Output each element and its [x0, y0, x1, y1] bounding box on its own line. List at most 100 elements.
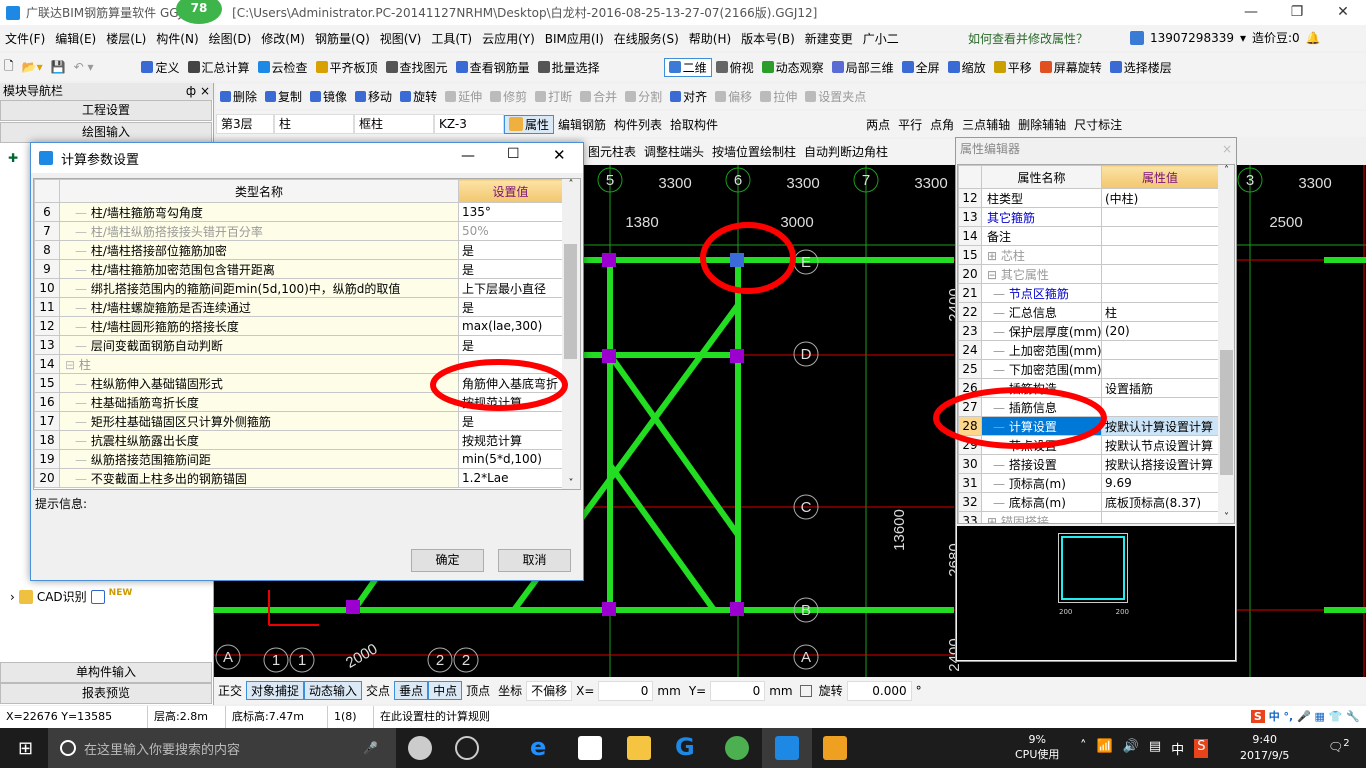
toolbar-button[interactable]: 查找图元 — [382, 59, 452, 76]
param-value[interactable]: 1.2*Lae — [458, 468, 563, 488]
param-value[interactable]: 50% — [458, 221, 563, 241]
property-value[interactable] — [1101, 340, 1219, 360]
menu-item[interactable]: 版本号(B) — [736, 30, 800, 47]
table-row[interactable]: 7— 柱/墙柱纵筋搭接接头错开百分率 50% — [34, 221, 563, 241]
menu-item[interactable]: 绘图(D) — [204, 30, 257, 47]
edit-button[interactable]: 延伸 — [441, 88, 486, 105]
property-close-icon[interactable]: × — [1222, 138, 1232, 160]
store-icon[interactable] — [578, 736, 602, 760]
notification-center-icon[interactable]: 🗨2 — [1328, 738, 1350, 754]
pin-icon[interactable]: ф — [186, 84, 196, 98]
table-row[interactable]: 9— 柱/墙柱箍筋加密范围包含错开距离是 — [34, 259, 563, 279]
table-row[interactable]: 14 ⊟ 柱 — [34, 354, 563, 374]
ime-indicator[interactable]: 中 — [1171, 739, 1184, 758]
ok-button[interactable]: 确定 — [411, 549, 484, 572]
menu-item[interactable]: 广小二 — [858, 30, 904, 47]
snap-button[interactable]: 垂点 — [394, 681, 429, 700]
table-row[interactable]: 20 ⊟ 其它属性 — [958, 264, 1219, 284]
table-row[interactable]: 14 备注 — [958, 226, 1219, 246]
column-header-name[interactable]: 属性名称 — [981, 165, 1102, 189]
keyboard-icon[interactable]: ▤ — [1149, 739, 1161, 758]
column-header-value[interactable]: 设置值 — [458, 179, 563, 203]
param-value[interactable]: 是 — [458, 240, 563, 260]
table-row[interactable]: 31— 顶标高(m) 9.69 — [958, 473, 1219, 493]
drawing-input-button[interactable]: 绘图输入 — [0, 122, 212, 143]
table-row[interactable]: 33 ⊞ 锚固搭接 — [958, 511, 1219, 523]
menu-item[interactable]: 云应用(Y) — [477, 30, 540, 47]
parallel-axis-button[interactable]: 平行 — [894, 116, 926, 133]
help-link[interactable]: 如何查看并修改属性？ — [968, 30, 1088, 47]
edit-button[interactable]: 移动 — [351, 88, 396, 105]
edge-icon[interactable]: e — [530, 735, 554, 760]
property-value[interactable]: 柱 — [1101, 302, 1219, 322]
param-value[interactable]: 是 — [458, 297, 563, 317]
volume-icon[interactable]: 🔊 — [1123, 739, 1139, 758]
param-value[interactable]: max(lae,300) — [458, 316, 563, 336]
table-row[interactable]: 11— 柱/墙柱螺旋箍筋是否连续通过是 — [34, 297, 563, 317]
table-row[interactable]: 23— 保护层厚度(mm) (20) — [958, 321, 1219, 341]
report-preview-button[interactable]: 报表预览 — [0, 683, 212, 704]
menu-item[interactable]: 新建变更 — [800, 30, 858, 47]
menu-item[interactable]: 在线服务(S) — [609, 30, 684, 47]
table-row[interactable]: 16— 柱基础插筋弯折长度 按规范计算 — [34, 392, 563, 412]
ime-toolbar[interactable]: S 中 °, 🎤 ▦ 👕 🔧 — [1245, 706, 1366, 728]
dialog-minimize-button[interactable]: — — [461, 148, 475, 164]
search-box[interactable]: 在这里输入你要搜索的内容 🎤 — [48, 728, 396, 768]
property-value[interactable]: 底板顶标高(8.37) — [1101, 492, 1219, 512]
toolbar-button[interactable]: 屏幕旋转 — [1036, 59, 1106, 76]
save-icon[interactable]: 💾 — [47, 60, 70, 74]
edit-button[interactable]: 复制 — [261, 88, 306, 105]
two-point-axis-button[interactable]: 两点 — [862, 116, 894, 133]
menu-item[interactable]: 钢筋量(Q) — [310, 30, 375, 47]
param-value[interactable]: 按规范计算 — [458, 430, 563, 450]
column-tool-button[interactable]: 按墙位置绘制柱 — [708, 143, 800, 160]
toolbar-button[interactable]: 批量选择 — [534, 59, 604, 76]
toolbar-button[interactable]: 局部三维 — [828, 59, 898, 76]
edit-button[interactable]: 打断 — [531, 88, 576, 105]
toolbar-button[interactable]: 选择楼层 — [1106, 59, 1176, 76]
property-value[interactable] — [1101, 264, 1219, 284]
sogou-icon[interactable]: S — [1194, 739, 1209, 758]
property-value[interactable]: 按默认计算设置计算 — [1101, 416, 1219, 436]
account-phone[interactable]: 13907298339 — [1150, 31, 1234, 45]
floor-select[interactable]: 第3层 — [216, 114, 274, 134]
param-value[interactable]: 是 — [458, 335, 563, 355]
subtype-select[interactable]: 框柱 — [354, 114, 434, 134]
tree-item-cad[interactable]: CAD识别 — [37, 588, 87, 605]
toolbar-button[interactable]: 定义 — [137, 59, 183, 76]
param-value[interactable] — [458, 354, 563, 374]
table-row[interactable]: 15— 柱纵筋伸入基础锚固形式 角筋伸入基底弯折 — [34, 373, 563, 393]
minimize-button[interactable]: — — [1228, 0, 1274, 25]
table-row[interactable]: 13— 层间变截面钢筋自动判断是 — [34, 335, 563, 355]
close-button[interactable]: ✕ — [1320, 0, 1366, 25]
wifi-icon[interactable]: 📶 — [1097, 739, 1113, 758]
dimension-button[interactable]: 尺寸标注 — [1070, 116, 1126, 133]
table-row[interactable]: 30— 搭接设置 按默认搭接设置计算 — [958, 454, 1219, 474]
param-value[interactable]: 135° — [458, 202, 563, 222]
component-list-button[interactable]: 构件列表 — [610, 116, 666, 133]
bell-icon[interactable]: 🔔 — [1306, 31, 1321, 45]
app-taskbar-icon[interactable] — [408, 736, 432, 760]
param-value[interactable]: 是 — [458, 259, 563, 279]
type-select[interactable]: 柱 — [274, 114, 354, 134]
toolbar-button[interactable]: 动态观察 — [758, 59, 828, 76]
menu-item[interactable]: 修改(M) — [256, 30, 310, 47]
edit-button[interactable]: 镜像 — [306, 88, 351, 105]
toolbar-button[interactable]: 查看钢筋量 — [452, 59, 534, 76]
snap-button[interactable]: 交点 — [362, 682, 394, 699]
edit-rebar-button[interactable]: 编辑钢筋 — [554, 116, 610, 133]
properties-button[interactable]: 属性 — [504, 114, 555, 134]
angle-input[interactable]: 0.000 — [846, 680, 912, 701]
menu-item[interactable]: 编辑(E) — [50, 30, 101, 47]
table-row[interactable]: 13 其它箍筋 — [958, 207, 1219, 227]
edit-button[interactable]: 合并 — [576, 88, 621, 105]
undo-icon[interactable]: ↶ ▾ — [70, 60, 98, 74]
toolbar-button[interactable]: 二维 — [663, 57, 712, 77]
table-row[interactable]: 27— 插筋信息 — [958, 397, 1219, 417]
edit-button[interactable]: 对齐 — [666, 88, 711, 105]
toolbar-button[interactable]: 平齐板顶 — [312, 59, 382, 76]
snap-button[interactable]: 动态输入 — [304, 681, 363, 700]
property-value[interactable] — [1101, 226, 1219, 246]
property-value[interactable]: (中柱) — [1101, 188, 1219, 208]
point-angle-axis-button[interactable]: 点角 — [926, 116, 958, 133]
